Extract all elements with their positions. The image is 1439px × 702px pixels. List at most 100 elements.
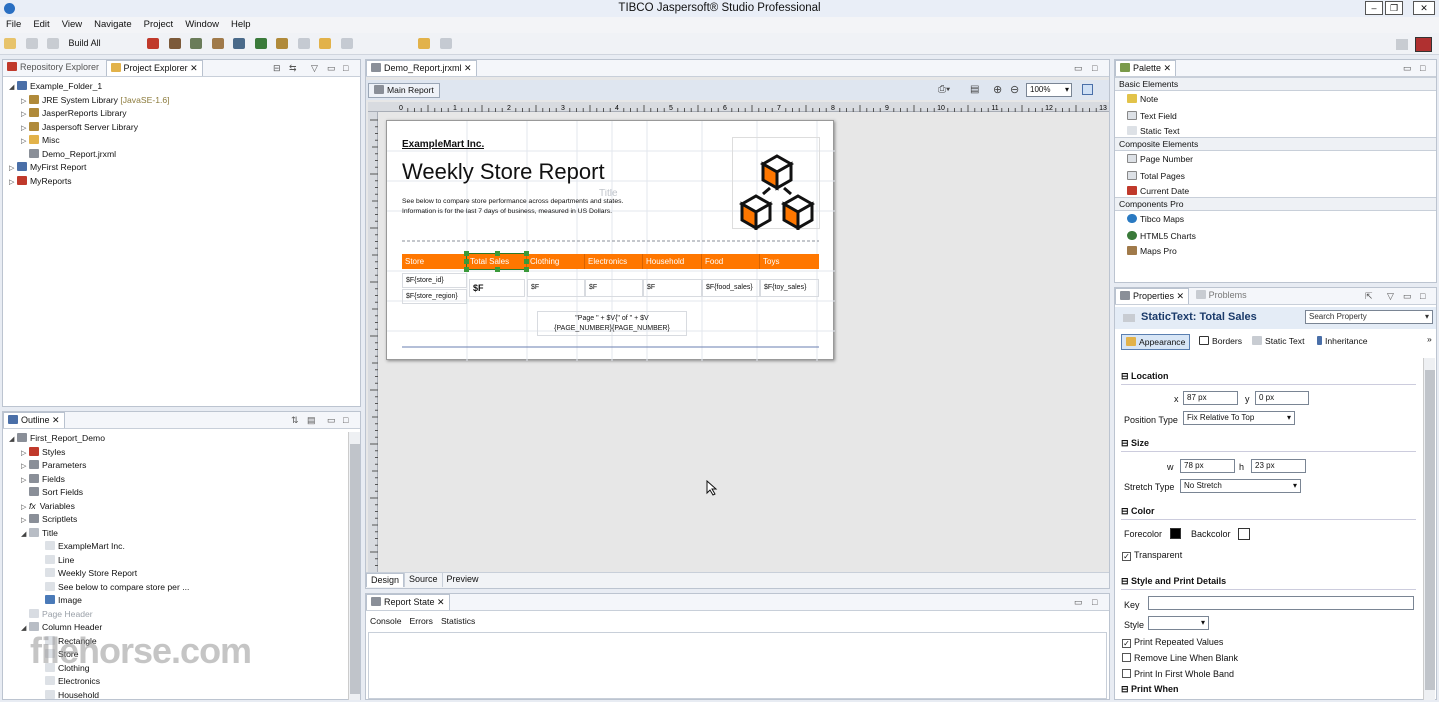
fit-page-icon[interactable] bbox=[1082, 84, 1093, 95]
outline-item-line[interactable]: Line bbox=[9, 554, 189, 568]
section-color[interactable]: ⊟ Color bbox=[1121, 506, 1155, 517]
field-toys[interactable]: $F{toy_sales} bbox=[760, 279, 819, 297]
minimize-view-icon[interactable]: ▭ bbox=[327, 63, 336, 74]
maximize-view-icon[interactable]: □ bbox=[1420, 291, 1425, 301]
remove-line-checkbox[interactable]: Remove Line When Blank bbox=[1122, 653, 1238, 663]
minimize-view-icon[interactable]: ▭ bbox=[1403, 291, 1412, 302]
menu-edit[interactable]: Edit bbox=[27, 17, 55, 32]
section-print-when[interactable]: ⊟ Print When bbox=[1121, 684, 1179, 695]
menu-help[interactable]: Help bbox=[225, 17, 257, 32]
close-button[interactable]: ✕ bbox=[1413, 1, 1435, 15]
field-clothing[interactable]: $F bbox=[527, 279, 585, 297]
header-food[interactable]: Food bbox=[702, 254, 760, 269]
perspective-icon[interactable] bbox=[1396, 39, 1408, 50]
outline-item-company[interactable]: ExampleMart Inc. bbox=[9, 540, 189, 554]
maximize-view-icon[interactable]: □ bbox=[343, 63, 348, 73]
maximize-view-icon[interactable]: □ bbox=[1420, 63, 1425, 73]
tab-preview[interactable]: Preview bbox=[442, 573, 483, 587]
position-type-select[interactable]: Fix Relative To Top▾ bbox=[1183, 411, 1295, 425]
header-clothing[interactable]: Clothing bbox=[527, 254, 585, 269]
outline-view-icon[interactable]: ▤ bbox=[307, 415, 316, 426]
minimize-view-icon[interactable]: ▭ bbox=[1074, 597, 1083, 608]
palette-item-html5-charts[interactable]: HTML5 Charts bbox=[1115, 228, 1436, 245]
forward-icon[interactable] bbox=[341, 38, 353, 49]
maximize-view-icon[interactable]: □ bbox=[1092, 63, 1097, 73]
more-tabs-icon[interactable]: » bbox=[1427, 334, 1432, 344]
tree-item-myreports[interactable]: ▷MyReports bbox=[9, 175, 170, 189]
selection-handle[interactable] bbox=[524, 251, 529, 256]
tab-design[interactable]: Design bbox=[366, 573, 404, 587]
palette-group-header[interactable]: Components Pro bbox=[1115, 197, 1436, 211]
tree-item-example-folder[interactable]: ◢Example_Folder_1 bbox=[9, 80, 170, 94]
backcolor-swatch[interactable] bbox=[1238, 528, 1250, 540]
field-food[interactable]: $F{food_sales} bbox=[702, 279, 760, 297]
tab-project-explorer[interactable]: Project Explorer ✕ bbox=[106, 60, 203, 76]
tab-demo-report[interactable]: Demo_Report.jrxml ✕ bbox=[366, 60, 477, 76]
field-total-sales[interactable]: $F bbox=[469, 279, 525, 297]
palette-item-total-pages[interactable]: Total Pages bbox=[1115, 168, 1436, 185]
field-household[interactable]: $F bbox=[643, 279, 702, 297]
main-report-button[interactable]: Main Report bbox=[368, 83, 440, 98]
page-number-field[interactable]: "Page " + $V{" of " + $V {PAGE_NUMBER}{P… bbox=[537, 311, 687, 336]
tree-item-misc[interactable]: ▷Misc bbox=[9, 134, 170, 148]
section-style-print[interactable]: ⊟ Style and Print Details bbox=[1121, 576, 1226, 587]
maximize-view-icon[interactable]: □ bbox=[343, 415, 348, 425]
tab-palette[interactable]: Palette ✕ bbox=[1115, 60, 1176, 76]
tab-statistics[interactable]: Statistics bbox=[441, 616, 475, 626]
outline-item-electronics[interactable]: Electronics bbox=[9, 675, 189, 689]
zoom-in-icon[interactable]: ⊕ bbox=[993, 83, 1002, 96]
outline-item-image[interactable]: Image bbox=[9, 594, 189, 608]
pin-icon[interactable]: ⇱ bbox=[1365, 291, 1373, 302]
print-repeated-checkbox[interactable]: ✓Print Repeated Values bbox=[1122, 637, 1223, 648]
layout-icon[interactable]: ▤ bbox=[970, 84, 979, 95]
menu-file[interactable]: File bbox=[0, 17, 27, 32]
bug-icon[interactable] bbox=[147, 38, 159, 49]
menu-project[interactable]: Project bbox=[138, 17, 180, 32]
tree-item-myfirst-report[interactable]: ▷MyFirst Report bbox=[9, 161, 170, 175]
selection-handle[interactable] bbox=[495, 251, 500, 256]
menu-view[interactable]: View bbox=[56, 17, 88, 32]
minimize-button[interactable]: – bbox=[1365, 1, 1383, 15]
palette-item-note[interactable]: Note bbox=[1115, 91, 1436, 108]
tab-console[interactable]: Console bbox=[370, 616, 402, 626]
minimize-view-icon[interactable]: ▭ bbox=[327, 415, 336, 426]
minimize-view-icon[interactable]: ▭ bbox=[1074, 63, 1083, 74]
forecolor-swatch[interactable] bbox=[1170, 528, 1181, 539]
transparent-checkbox[interactable]: ✓Transparent bbox=[1122, 550, 1182, 561]
save-icon[interactable] bbox=[26, 38, 38, 49]
tree-item-jre[interactable]: ▷JRE System Library [JavaSE-1.6] bbox=[9, 94, 170, 108]
outline-item-variables[interactable]: ▷fxVariables bbox=[9, 500, 189, 514]
section-size[interactable]: ⊟ Size bbox=[1121, 438, 1149, 449]
x-input[interactable]: 87 px bbox=[1183, 391, 1238, 405]
edit-icon[interactable] bbox=[212, 38, 224, 49]
publish-icon[interactable] bbox=[233, 38, 245, 49]
stretch-type-select[interactable]: No Stretch▾ bbox=[1180, 479, 1301, 493]
palette-item-static-text[interactable]: Static Text bbox=[1115, 125, 1436, 137]
w-input[interactable]: 78 px bbox=[1180, 459, 1235, 473]
properties-scrollbar[interactable] bbox=[1423, 358, 1435, 700]
tree-item-demo-report[interactable]: Demo_Report.jrxml bbox=[9, 148, 170, 162]
tab-appearance[interactable]: Appearance bbox=[1121, 334, 1190, 350]
palette-item-page-number[interactable]: Page Number bbox=[1115, 151, 1436, 168]
outline-item-root[interactable]: ◢First_Report_Demo bbox=[9, 432, 189, 446]
undo-icon[interactable] bbox=[418, 38, 430, 49]
outline-item-description[interactable]: See below to compare store per ... bbox=[9, 581, 189, 595]
outline-item-styles[interactable]: ▷Styles bbox=[9, 446, 189, 460]
key-input[interactable] bbox=[1148, 596, 1414, 610]
zoom-out-icon[interactable]: ⊖ bbox=[1010, 83, 1019, 96]
selection-handle[interactable] bbox=[464, 267, 469, 272]
description-text[interactable]: See below to compare store performance a… bbox=[402, 197, 637, 216]
outline-item-title[interactable]: ◢Title bbox=[9, 527, 189, 541]
tab-borders[interactable]: Borders bbox=[1199, 336, 1242, 346]
tab-static-text[interactable]: Static Text bbox=[1252, 336, 1305, 346]
menu-navigate[interactable]: Navigate bbox=[88, 17, 138, 32]
tab-source[interactable]: Source bbox=[404, 573, 442, 587]
selection-handle[interactable] bbox=[464, 251, 469, 256]
redo-icon[interactable] bbox=[440, 38, 452, 49]
zoom-select[interactable]: 100%▾ bbox=[1026, 83, 1072, 97]
tab-errors[interactable]: Errors bbox=[410, 616, 433, 626]
field-store-region[interactable]: $F{store_region} bbox=[402, 289, 467, 304]
outline-item-weekly-report[interactable]: Weekly Store Report bbox=[9, 567, 189, 581]
view-menu-icon[interactable]: ▽ bbox=[1387, 291, 1394, 302]
outline-item-fields[interactable]: ▷Fields bbox=[9, 473, 189, 487]
